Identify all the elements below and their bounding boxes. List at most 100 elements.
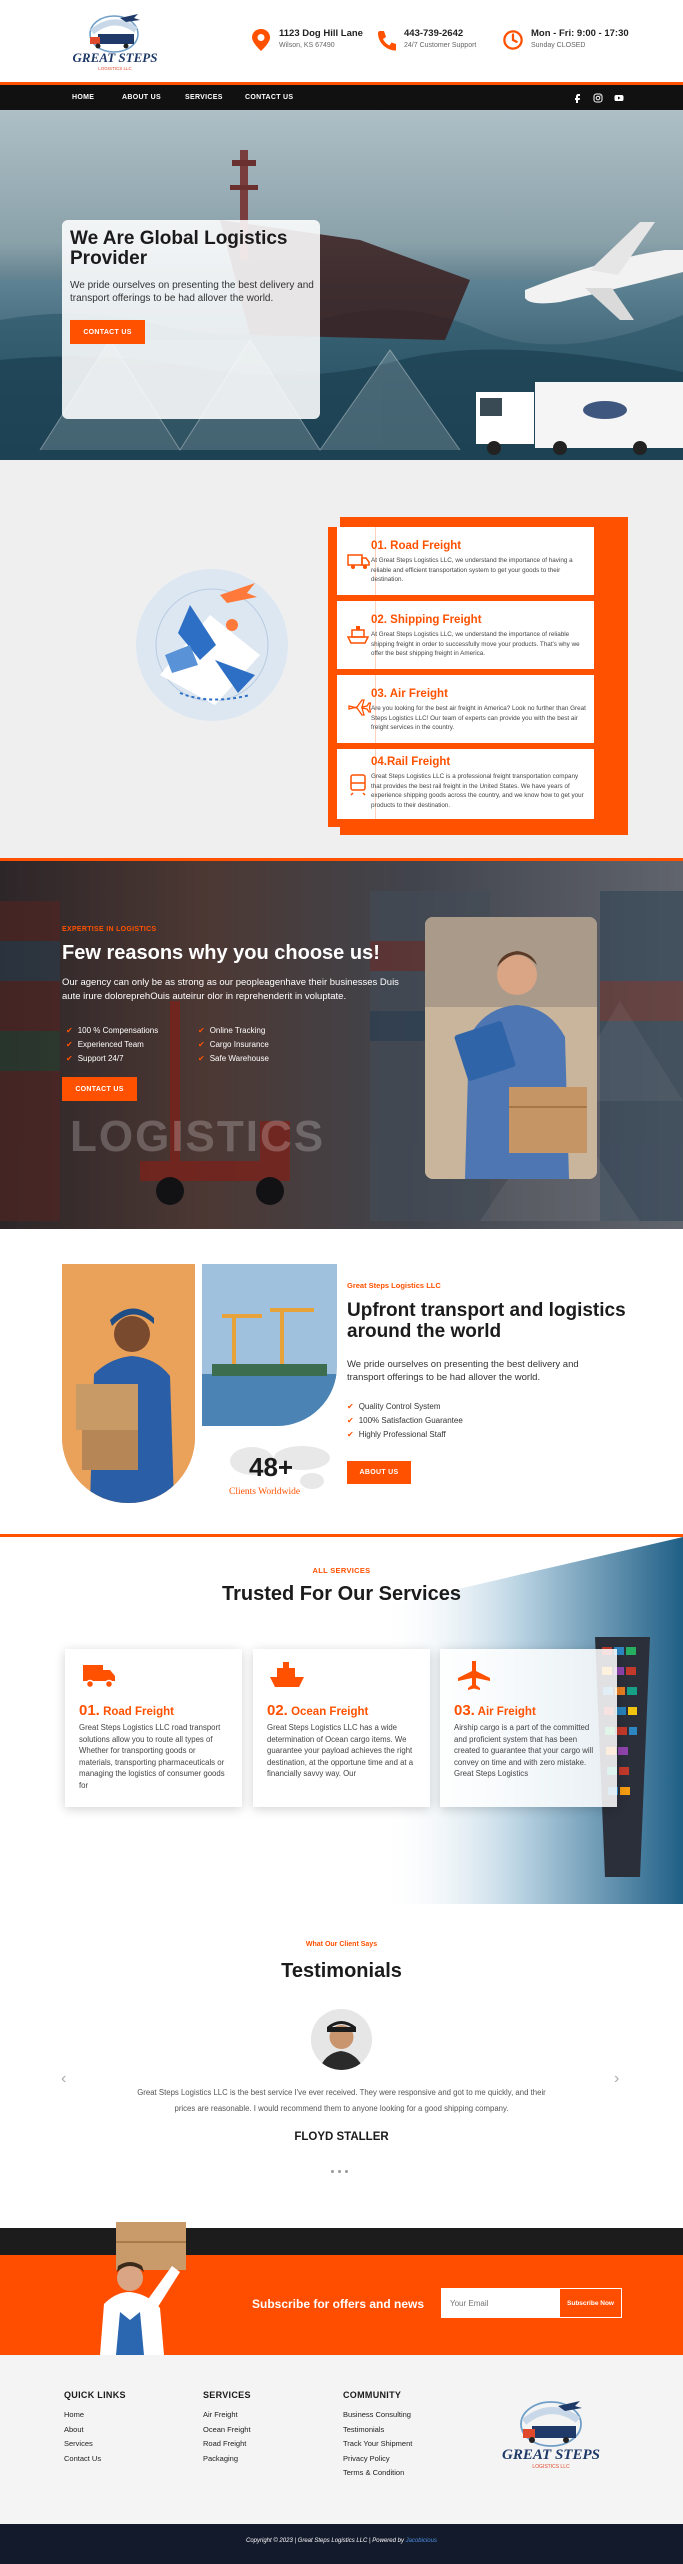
site-logo[interactable]: GREAT STEPS LOGISTICS LLC [68, 8, 163, 74]
footer-logo-name: GREAT STEPS [502, 2447, 600, 2463]
facebook-icon[interactable] [572, 93, 582, 103]
testimonials-title: Testimonials [281, 1960, 402, 1982]
copyright-text: Copyright © 2023 | Great Steps Logistics… [246, 2538, 437, 2544]
location-pin-icon [252, 29, 270, 51]
trusted-card-ocean-freight[interactable]: 02. Ocean Freight Great Steps Logistics … [253, 1649, 430, 1807]
clients-label: Clients Worldwide [229, 1487, 301, 1497]
service-title: 01. Road Freight [371, 540, 462, 552]
logo-tagline: LOGISTICS LLC [98, 66, 132, 71]
next-arrow-icon[interactable]: › [614, 2070, 619, 2088]
service-title: 03. Air Freight [371, 688, 448, 700]
service-text: Are you looking for the best air freight… [371, 705, 586, 731]
trusted-card-air-freight[interactable]: 03. Air Freight Airship cargo is a part … [440, 1649, 617, 1807]
footer-link-ocean-freight[interactable]: Ocean Freight [203, 2423, 251, 2438]
reason-check: ✔ Support 24/7 [66, 1054, 124, 1063]
footer-link-testimonials[interactable]: Testimonials [343, 2423, 412, 2438]
footer-link-track-shipment[interactable]: Track Your Shipment [343, 2437, 412, 2452]
reason-check: ✔ 100 % Compensations [66, 1026, 159, 1035]
footer-link-privacy-policy[interactable]: Privacy Policy [343, 2452, 412, 2467]
footer-link-air-freight[interactable]: Air Freight [203, 2408, 251, 2423]
footer-link-services[interactable]: Services [64, 2437, 126, 2452]
subscribe-email-input[interactable] [441, 2288, 563, 2318]
footer-logo-tagline: LOGISTICS LLC [532, 2464, 570, 2470]
airplane-icon [458, 1661, 490, 1690]
prev-arrow-icon[interactable]: ‹ [61, 2070, 66, 2088]
reason-check: ✔ Cargo Insurance [198, 1040, 269, 1049]
nav-item-home[interactable]: HOME [72, 94, 94, 101]
avatar [311, 2009, 372, 2070]
trusted-card-text: Great Steps Logistics LLC road transport… [79, 1723, 225, 1790]
check-icon: ✔ [347, 1430, 354, 1439]
check-icon: ✔ [198, 1026, 205, 1035]
phone-icon [378, 31, 396, 51]
delivery-woman-photo [62, 1264, 195, 1503]
hero-title: We Are Global Logistics Provider [70, 228, 288, 269]
logistics-watermark: LOGISTICS [70, 1112, 326, 1161]
footer-link-business-consulting[interactable]: Business Consulting [343, 2408, 412, 2423]
check-icon: ✔ [198, 1054, 205, 1063]
nav-item-services[interactable]: SERVICES [185, 94, 223, 101]
reasons-eyebrow: EXPERTISE IN LOGISTICS [62, 926, 157, 933]
truck-icon [347, 554, 370, 569]
about-us-button[interactable]: ABOUT US [347, 1461, 411, 1484]
youtube-icon[interactable] [614, 93, 624, 103]
address-line2: Wilson, KS 67490 [279, 42, 335, 49]
nav-item-contact-us[interactable]: CONTACT US [245, 94, 293, 101]
footer-link-about[interactable]: About [64, 2423, 126, 2438]
check-icon: ✔ [66, 1054, 73, 1063]
about-check: ✔ 100% Satisfaction Guarantee [347, 1416, 463, 1425]
trusted-card-road-freight[interactable]: 01. Road Freight Great Steps Logistics L… [65, 1649, 242, 1807]
ship-icon [270, 1662, 304, 1687]
clients-count: 48+ [249, 1452, 294, 1482]
service-card-shipping-freight[interactable]: 02. Shipping Freight At Great Steps Logi… [337, 601, 594, 669]
ship-icon [346, 626, 370, 644]
reason-check: ✔ Online Tracking [198, 1026, 266, 1035]
reasons-text: Our agency can only be as strong as our … [62, 977, 399, 1002]
nav-item-about-us[interactable]: ABOUT US [122, 94, 161, 101]
hero-text: We pride ourselves on presenting the bes… [70, 280, 314, 304]
service-title: 02. Shipping Freight [371, 614, 482, 626]
powered-by-link[interactable]: Jacobicious [406, 2538, 437, 2544]
service-text: At Great Steps Logistics LLC, we underst… [371, 631, 580, 657]
footer-link-packaging[interactable]: Packaging [203, 2452, 251, 2467]
copyright-bar [0, 2524, 683, 2564]
instagram-icon[interactable] [593, 93, 603, 103]
hours-weekdays: Mon - Fri: 9:00 - 17:30 [531, 28, 629, 39]
reasons-contact-button[interactable]: CONTACT US [62, 1077, 137, 1101]
reason-check: ✔ Experienced Team [66, 1040, 144, 1049]
hero-contact-button[interactable]: CONTACT US [70, 320, 145, 344]
check-icon: ✔ [347, 1402, 354, 1411]
footer-community: COMMUNITY Business Consulting Testimonia… [343, 2390, 412, 2481]
header-phone[interactable]: 443-739-2642 24/7 Customer Support [376, 28, 476, 52]
footer-link-road-freight[interactable]: Road Freight [203, 2437, 251, 2452]
header-hours: Mon - Fri: 9:00 - 17:30 Sunday CLOSED [503, 28, 629, 52]
delivery-man-image [100, 2222, 186, 2355]
airplane-icon [348, 699, 371, 716]
port-cranes-photo [202, 1264, 337, 1426]
check-icon: ✔ [66, 1040, 73, 1049]
footer-link-terms[interactable]: Terms & Condition [343, 2466, 412, 2481]
footer-link-home[interactable]: Home [64, 2408, 126, 2423]
subscribe-button[interactable]: Subscribe Now [559, 2288, 622, 2318]
header-address: 1123 Dog Hill Lane Wilson, KS 67490 [251, 28, 363, 52]
trusted-card-title: 03. Air Freight [454, 1702, 536, 1719]
testimonials-eyebrow: What Our Client Says [305, 1941, 378, 1948]
carousel-dots[interactable] [331, 2170, 351, 2173]
trusted-card-title: 02. Ocean Freight [267, 1702, 369, 1719]
service-card-rail-freight[interactable]: 04.Rail Freight Great Steps Logistics LL… [337, 749, 594, 819]
worker-photo [425, 917, 597, 1179]
about-check: ✔ Quality Control System [347, 1402, 441, 1411]
service-text: Great Steps Logistics LLC is a professio… [371, 773, 584, 809]
footer-heading: COMMUNITY [343, 2390, 402, 2400]
testimonial-quote: Great Steps Logistics LLC is the best se… [137, 2088, 546, 2113]
logistics-illustration [136, 569, 288, 721]
trusted-title: Trusted For Our Services [222, 1583, 461, 1605]
service-card-air-freight[interactable]: 03. Air Freight Are you looking for the … [337, 675, 594, 743]
service-card-road-freight[interactable]: 01. Road Freight At Great Steps Logistic… [337, 527, 594, 595]
footer-heading: SERVICES [203, 2390, 251, 2400]
footer-link-contact-us[interactable]: Contact Us [64, 2452, 126, 2467]
trusted-card-title: 01. Road Freight [79, 1702, 174, 1719]
subscribe-heading: Subscribe for offers and news [252, 2297, 425, 2311]
about-text: We pride ourselves on presenting the bes… [347, 1359, 579, 1383]
footer-logo[interactable]: GREAT STEPS LOGISTICS LLC [496, 2394, 606, 2479]
